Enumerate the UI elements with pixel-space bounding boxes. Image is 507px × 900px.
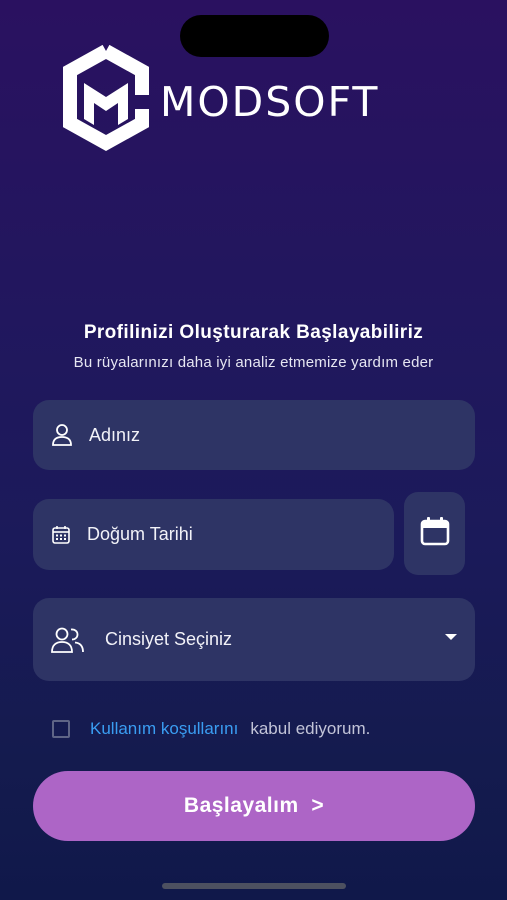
terms-row: Kullanım koşullarını kabul ediyorum.: [52, 719, 370, 739]
terms-checkbox[interactable]: [52, 720, 70, 738]
calendar-icon: [51, 525, 71, 545]
calendar-picker-button[interactable]: [404, 492, 465, 575]
dropdown-caret-icon: [445, 634, 457, 640]
birthdate-field[interactable]: Doğum Tarihi: [33, 499, 394, 570]
gender-placeholder: Cinsiyet Seçiniz: [105, 629, 233, 649]
page-title: Profilinizi Oluşturarak Başlayabiliriz: [83, 322, 424, 343]
start-button[interactable]: Başlayalım >: [33, 771, 475, 841]
terms-link[interactable]: Kullanım koşullarını: [90, 719, 238, 739]
birthdate-placeholder: Doğum Tarihi: [87, 524, 193, 544]
calendar-picker-icon: [420, 516, 450, 551]
terms-text: kabul ediyorum.: [250, 719, 371, 738]
home-indicator[interactable]: [162, 883, 346, 889]
people-icon: [51, 626, 85, 654]
person-icon: [51, 423, 73, 447]
gender-select[interactable]: Cinsiyet Seçiniz: [33, 598, 475, 681]
name-field[interactable]: Adınız: [33, 400, 475, 470]
page-subtitle: Bu rüyalarınızı daha iyi analiz etmemize…: [73, 354, 434, 371]
name-placeholder: Adınız: [89, 424, 141, 445]
brand-name: MODSOFT: [160, 78, 380, 126]
